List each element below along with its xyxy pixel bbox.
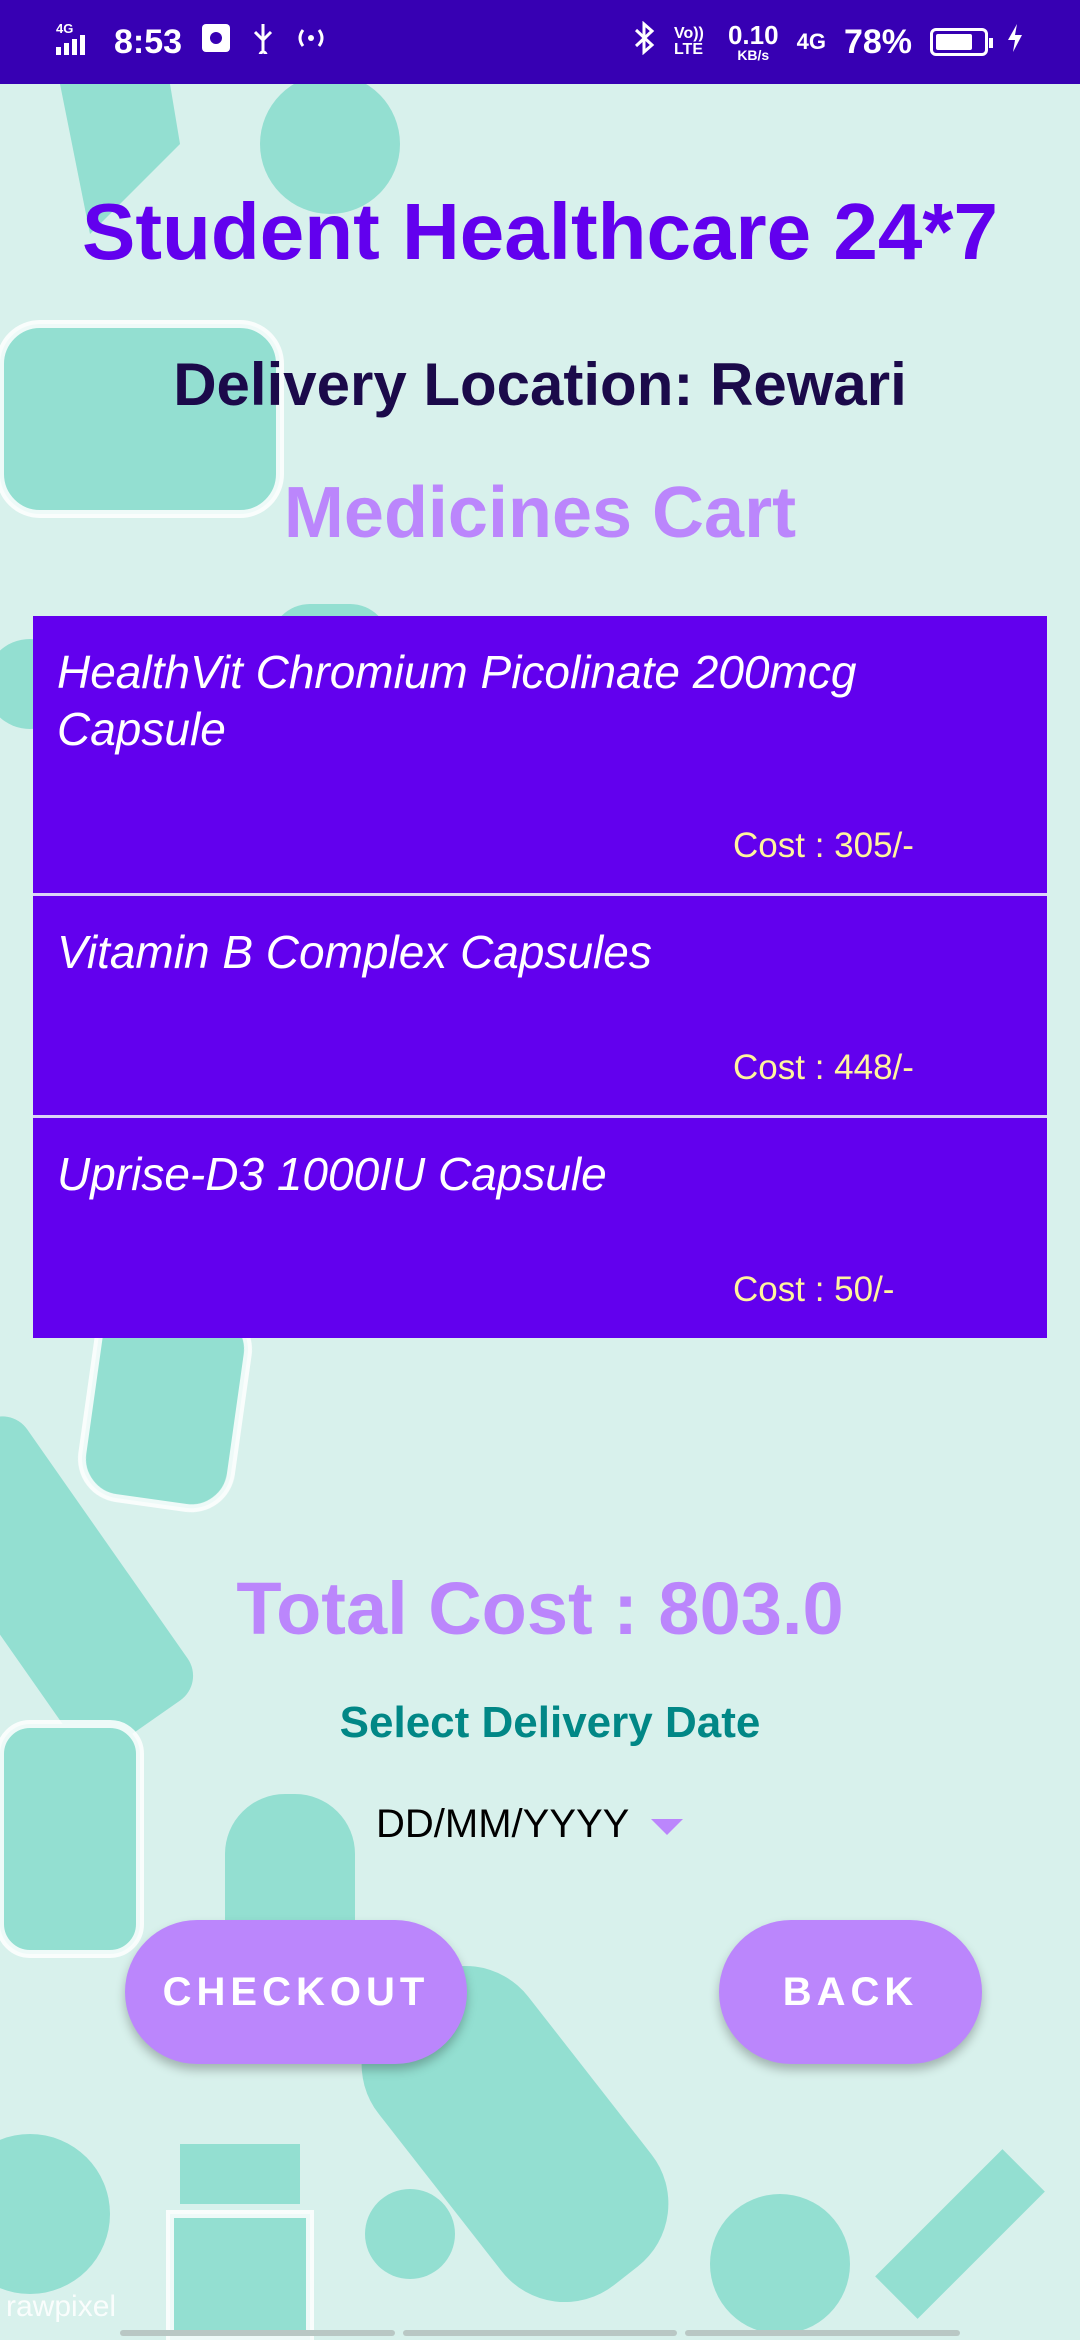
data-speed: 0.10 KB/s: [727, 20, 779, 63]
bluetooth-icon: [632, 20, 656, 64]
item-name: HealthVit Chromium Picolinate 200mcg Cap…: [57, 646, 857, 755]
watermark: rawpixel: [6, 2290, 117, 2323]
volte-label: Vo)) LTE: [673, 25, 704, 58]
item-name: Uprise-D3 1000IU Capsule: [57, 1148, 607, 1200]
cart-item[interactable]: Vitamin B Complex Capsules Cost : 448/-: [33, 896, 1047, 1118]
clock: 8:53: [114, 22, 183, 61]
checkout-button[interactable]: CHECKOUT: [125, 1920, 467, 2064]
delivery-location: Delivery Location: Rewari: [173, 351, 907, 418]
usb-icon: [250, 22, 276, 63]
status-bar: 4G 8:53 Vo)) LTE 0.10 KB/s 4G 78%: [0, 0, 1080, 84]
network-type-right-label: 4G: [796, 29, 826, 54]
cart-title: Medicines Cart: [283, 473, 797, 553]
item-cost: Cost : 305/-: [733, 826, 914, 865]
item-cost: Cost : 448/-: [733, 1048, 914, 1087]
delivery-date-dropdown[interactable]: DD/MM/YYYY: [376, 1802, 684, 1847]
cart-item[interactable]: HealthVit Chromium Picolinate 200mcg Cap…: [33, 616, 1047, 896]
network-type-label: 4G: [56, 21, 73, 36]
delivery-date-value: DD/MM/YYYY: [376, 1802, 630, 1846]
cart-item[interactable]: Uprise-D3 1000IU Capsule Cost : 50/-: [33, 1118, 1047, 1338]
delivery-date-label: Select Delivery Date: [339, 1698, 761, 1747]
charging-icon: [1006, 22, 1024, 63]
usb-settings-icon: [200, 22, 232, 63]
battery-percent: 78%: [843, 22, 912, 61]
cart-list: HealthVit Chromium Picolinate 200mcg Cap…: [33, 616, 1047, 1338]
item-cost: Cost : 50/-: [733, 1270, 895, 1309]
app-title: Student Healthcare 24*7: [82, 187, 998, 276]
chevron-down-icon: [651, 1818, 684, 1835]
signal-icon: 4G: [56, 21, 96, 64]
cart-screen: Student Healthcare 24*7 Delivery Locatio…: [0, 84, 1080, 2340]
battery-icon: [930, 28, 993, 56]
total-cost: Total Cost : 803.0: [236, 1567, 844, 1650]
hotspot-icon: [294, 23, 328, 62]
back-button[interactable]: BACK: [719, 1920, 982, 2064]
navigation-handle[interactable]: [120, 2330, 961, 2336]
item-name: Vitamin B Complex Capsules: [57, 926, 652, 978]
